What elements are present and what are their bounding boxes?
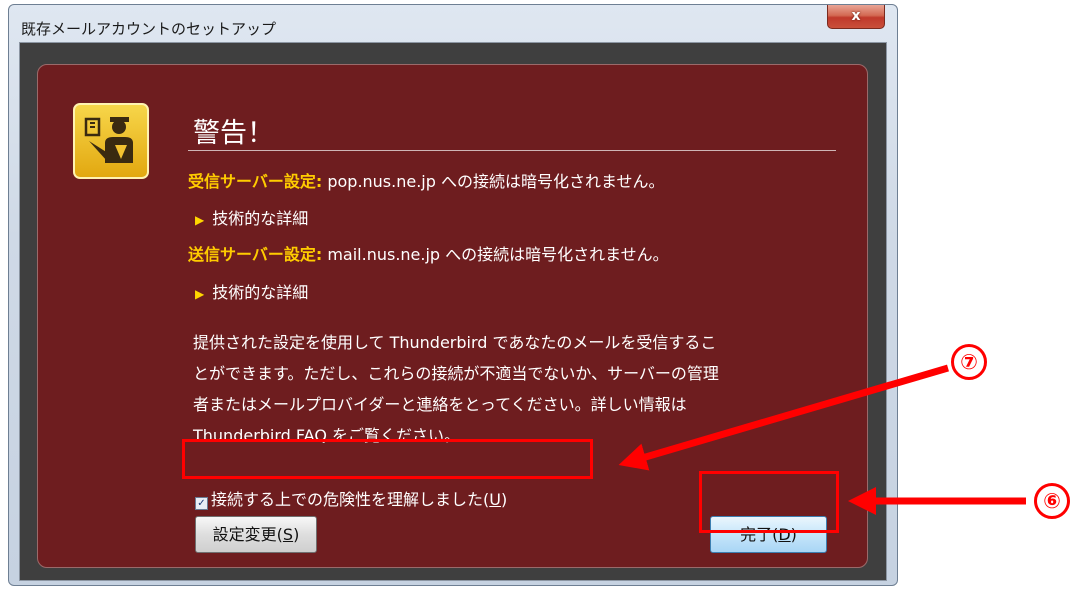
checkbox-accesskey: U — [489, 490, 501, 509]
outgoing-details-toggle[interactable]: ▶ 技術的な詳細 — [195, 279, 308, 303]
checkbox-label: 接続する上での危険性を理解しました( — [211, 490, 490, 509]
done-highlight-box — [699, 471, 839, 533]
close-button[interactable]: x — [827, 5, 885, 29]
window-title: 既存メールアカウントのセットアップ — [21, 20, 277, 38]
change-settings-button[interactable]: 設定変更(S) — [195, 516, 317, 553]
outgoing-server-text: mail.nus.ne.jp への接続は暗号化されません。 — [322, 245, 669, 264]
description-line: 者またはメールプロバイダーと連絡をとってください。詳しい情報は — [193, 395, 687, 414]
annotation-marker-7: ⑦ — [951, 344, 987, 380]
button-paren: ) — [293, 525, 300, 544]
description-line: とができます。ただし、これらの接続が不適当でないか、サーバーの管理 — [193, 364, 719, 383]
details-label: 技術的な詳細 — [212, 283, 309, 302]
security-warning-icon — [73, 103, 149, 179]
risk-acknowledge-checkbox[interactable]: ✓ 接続する上での危険性を理解しました(U) — [195, 486, 507, 510]
incoming-server-line: 受信サーバー設定: pop.nus.ne.jp への接続は暗号化されません。 — [188, 168, 665, 192]
outgoing-server-line: 送信サーバー設定: mail.nus.ne.jp への接続は暗号化されません。 — [188, 241, 669, 265]
heading-divider — [188, 150, 836, 151]
details-label: 技術的な詳細 — [212, 209, 309, 228]
expand-triangle-icon: ▶ — [195, 287, 205, 301]
title-bar[interactable]: 既存メールアカウントのセットアップ x — [9, 5, 897, 43]
description-line: 提供された設定を使用して Thunderbird であなたのメールを受信するこ — [193, 333, 717, 352]
incoming-server-text: pop.nus.ne.jp への接続は暗号化されません。 — [322, 172, 665, 191]
checkbox-label-end: ) — [500, 490, 508, 509]
expand-triangle-icon: ▶ — [195, 213, 205, 227]
change-settings-label: 設定変更( — [212, 525, 283, 544]
incoming-details-toggle[interactable]: ▶ 技術的な詳細 — [195, 205, 308, 229]
annotation-marker-6: ⑥ — [1034, 483, 1070, 519]
incoming-server-label: 受信サーバー設定: — [188, 172, 323, 191]
change-settings-accesskey: S — [282, 525, 294, 544]
outgoing-server-label: 送信サーバー設定: — [188, 245, 323, 264]
checkbox-checked-icon[interactable]: ✓ — [195, 497, 208, 510]
warning-heading: 警告！ — [193, 118, 274, 149]
checkbox-highlight-box — [182, 439, 593, 479]
warning-description: 提供された設定を使用して Thunderbird であなたのメールを受信するこ … — [193, 327, 853, 451]
